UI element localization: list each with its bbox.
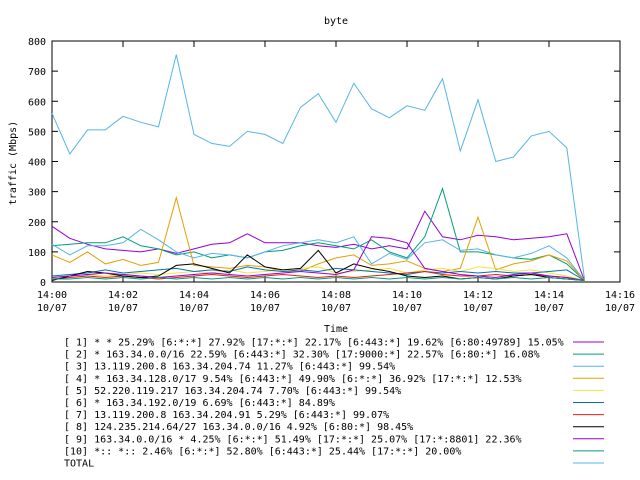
- y-tick-label: 200: [28, 218, 46, 229]
- x-tick-date: 10/07: [534, 303, 564, 314]
- y-tick-label: 0: [40, 278, 46, 289]
- y-tick-label: 800: [28, 37, 46, 48]
- y-tick-label: 100: [28, 248, 46, 259]
- x-axis-label: Time: [324, 324, 348, 335]
- x-tick-date: 10/07: [108, 303, 138, 314]
- series-line-4: [51, 195, 585, 281]
- y-axis-label: traffic (Mbps): [8, 121, 19, 205]
- legend: [ 1] * * 25.29% [6:*:*] 27.92% [17:*:*] …: [64, 338, 604, 470]
- x-tick-label: 14:10: [392, 290, 422, 301]
- legend-entry: [ 1] * * 25.29% [6:*:*] 27.92% [17:*:*] …: [64, 338, 564, 349]
- x-tick-date: 10/07: [250, 303, 280, 314]
- x-tick-date: 10/07: [179, 303, 209, 314]
- x-tick-label: 14:02: [108, 290, 138, 301]
- x-tick-label: 14:16: [605, 290, 635, 301]
- series-lines: [51, 54, 585, 281]
- x-tick-label: 14:12: [463, 290, 493, 301]
- x-tick-label: 14:14: [534, 290, 564, 301]
- x-tick-label: 14:08: [321, 290, 351, 301]
- y-tick-label: 600: [28, 97, 46, 108]
- y-axis: 0 100 200 300 400 500 600 700 800: [28, 37, 620, 289]
- x-tick-date: 10/07: [605, 303, 635, 314]
- y-tick-label: 700: [28, 67, 46, 78]
- legend-entry: [ 4] * 163.34.128.0/17 9.54% [6:443:*] 4…: [64, 374, 522, 385]
- legend-entry: [ 3] 13.119.200.8 163.34.204.74 11.27% […: [64, 362, 395, 373]
- legend-entry: [ 2] * 163.34.0.0/16 22.59% [6:443:*] 32…: [64, 350, 540, 361]
- x-tick-date: 10/07: [37, 303, 67, 314]
- chart-title: byte: [324, 16, 348, 27]
- legend-entry: [ 6] * 163.34.192.0/19 6.69% [6:443:*] 8…: [64, 398, 335, 409]
- legend-entry: [ 5] 52.220.119.217 163.34.204.74 7.70% …: [64, 386, 401, 397]
- x-tick-label: 14:04: [179, 290, 209, 301]
- legend-entry: [10] *:: *:: 2.46% [6:*:*] 52.80% [6:443…: [64, 446, 461, 457]
- y-tick-label: 400: [28, 158, 46, 169]
- traffic-chart: byte traffic (Mbps) Time 0 100 200 300 400 50…: [8, 16, 635, 470]
- x-tick-date: 10/07: [321, 303, 351, 314]
- x-tick-date: 10/07: [392, 303, 422, 314]
- legend-entry: [ 8] 124.235.214.64/27 163.34.0.0/16 4.9…: [64, 422, 413, 433]
- legend-entry: [ 9] 163.34.0.0/16 * 4.25% [6:*:*] 51.49…: [64, 434, 522, 445]
- x-tick-label: 14:00: [37, 290, 67, 301]
- x-tick-date: 10/07: [463, 303, 493, 314]
- legend-entry: TOTAL: [64, 459, 94, 470]
- x-tick-label: 14:06: [250, 290, 280, 301]
- legend-entry: [ 7] 13.119.200.8 163.34.204.91 5.29% [6…: [64, 410, 389, 421]
- y-tick-label: 500: [28, 127, 46, 138]
- y-tick-label: 300: [28, 188, 46, 199]
